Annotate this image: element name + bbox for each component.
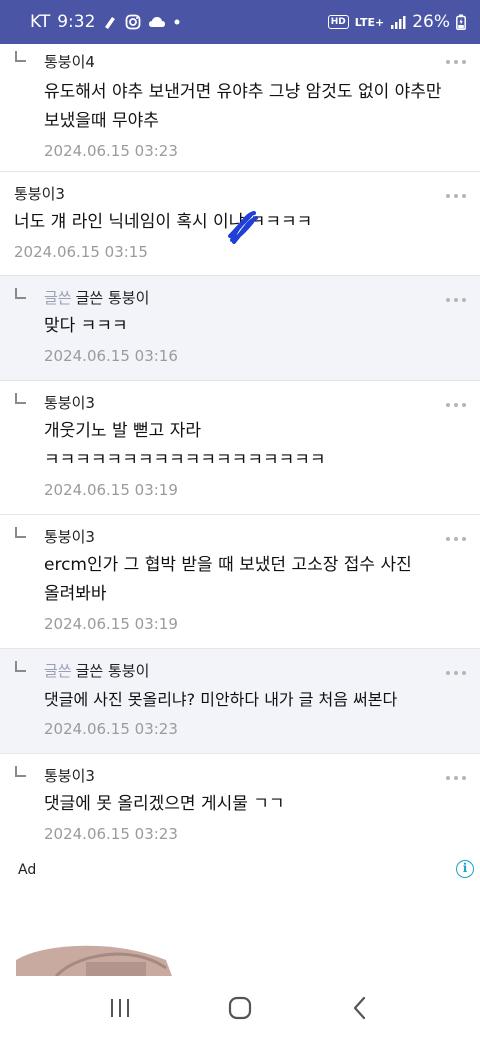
more-options-icon[interactable] bbox=[446, 776, 466, 780]
reply-indicator-icon bbox=[15, 288, 26, 299]
comment-author: 통붕이3 bbox=[44, 767, 95, 785]
comment-text: ercm인가 그 협박 받을 때 보냈던 고소장 접수 사진 올려봐바 bbox=[44, 555, 412, 604]
comment-date: 2024.06.15 03:23 bbox=[44, 825, 178, 843]
back-icon bbox=[353, 996, 366, 1020]
comment-text: 개웃기노 발 뻗고 자라 ㅋㅋㅋㅋㅋㅋㅋㅋㅋㅋㅋㅋㅋㅋㅋㅋㅋㅋ bbox=[44, 421, 326, 470]
comment-text: 맞다 ㅋㅋㅋ bbox=[44, 316, 128, 336]
signal-icon bbox=[390, 15, 406, 29]
more-options-icon[interactable] bbox=[446, 60, 466, 64]
comment-author: 통붕이3 bbox=[44, 394, 95, 412]
hd-badge: HD bbox=[327, 15, 349, 29]
network-type-label: LTE+ bbox=[354, 15, 385, 29]
reply-indicator-icon bbox=[15, 527, 26, 538]
comment-author: 글쓴 글쓴 통붕이 bbox=[44, 657, 428, 685]
cloud-icon bbox=[148, 15, 166, 29]
system-navigation-bar bbox=[0, 976, 480, 1040]
comment-date: 2024.06.15 03:23 bbox=[44, 142, 178, 160]
comment-text: 댓글에 못 올리겠으면 게시물 ㄱㄱ bbox=[44, 794, 285, 814]
ad-label: Ad bbox=[18, 862, 37, 878]
op-badge: 글쓴 bbox=[44, 289, 72, 307]
comment-item: 글쓴 글쓴 통붕이 댓글에 사진 못올리냐? 미안하다 내가 글 처음 써본다 2… bbox=[0, 649, 480, 754]
comment-author: 통붕이3 bbox=[14, 185, 65, 203]
comment-author: 글쓴 글쓴 통붕이 bbox=[44, 284, 428, 312]
reply-indicator-icon bbox=[15, 766, 26, 777]
comment-item: 통붕이3 댓글에 못 올리겠으면 게시물 ㄱㄱ 2024.06.15 03:23 bbox=[0, 754, 480, 860]
comment-text: 너도 걔 라인 닉네임이 혹시 ​​​​​이냐 ㅋㅋㅋㅋ bbox=[14, 212, 313, 232]
home-button[interactable] bbox=[210, 988, 270, 1028]
more-options-icon[interactable] bbox=[446, 537, 466, 541]
comment-date: 2024.06.15 03:19 bbox=[44, 481, 178, 499]
ad-info-icon[interactable]: i bbox=[456, 860, 474, 878]
comment-author: 통붕이3 bbox=[44, 528, 95, 546]
carrier-label: KT bbox=[30, 12, 51, 32]
more-options-icon[interactable] bbox=[446, 671, 466, 675]
instagram-icon bbox=[125, 14, 141, 30]
home-icon bbox=[228, 996, 252, 1020]
comment-date: 2024.06.15 03:15 bbox=[14, 243, 148, 261]
ad-product-image[interactable] bbox=[16, 942, 172, 976]
comment-author-name: 글쓴 통붕이 bbox=[75, 662, 150, 680]
back-button[interactable] bbox=[330, 988, 390, 1028]
battery-charging-icon bbox=[456, 14, 466, 30]
comment-item: 통붕이3 개웃기노 발 뻗고 자라 ㅋㅋㅋㅋㅋㅋㅋㅋㅋㅋㅋㅋㅋㅋㅋㅋㅋㅋ 202… bbox=[0, 381, 480, 515]
comment-text: 유도해서 야추 보낸거면 유야추 그냥 암것도 없이 야추만 보냈을때 무야추 bbox=[44, 82, 442, 131]
comment-date: 2024.06.15 03:23 bbox=[44, 720, 178, 738]
comment-date: 2024.06.15 03:19 bbox=[44, 615, 178, 633]
battery-percent: 26% bbox=[412, 12, 450, 32]
notification-dot-icon bbox=[173, 18, 181, 26]
comment-item: 글쓴 글쓴 통붕이 맞다 ㅋㅋㅋ 2024.06.15 03:16 bbox=[0, 276, 480, 381]
reply-indicator-icon bbox=[15, 393, 26, 404]
comment-item: 통붕이3 ercm인가 그 협박 받을 때 보냈던 고소장 접수 사진 올려봐바… bbox=[0, 515, 480, 649]
recent-apps-button[interactable] bbox=[90, 988, 150, 1028]
status-bar: KT 9:32 HD LTE+ 26% bbox=[0, 0, 480, 44]
comment-author: 통붕이4 bbox=[44, 53, 95, 71]
reply-indicator-icon bbox=[15, 51, 26, 62]
more-options-icon[interactable] bbox=[446, 403, 466, 407]
op-badge: 글쓴 bbox=[44, 662, 72, 680]
comment-item: 통붕이4 유도해서 야추 보낸거면 유야추 그냥 암것도 없이 야추만 보냈을때… bbox=[0, 44, 480, 172]
ad-banner[interactable]: Ad i bbox=[0, 856, 480, 976]
pencil-notification-icon bbox=[102, 14, 118, 30]
comment-text: 댓글에 사진 못올리냐? 미안하다 내가 글 처음 써본다 bbox=[44, 690, 398, 709]
comment-author-name: 글쓴 통붕이 bbox=[75, 289, 150, 307]
comment-list: 통붕이4 유도해서 야추 보낸거면 유야추 그냥 암것도 없이 야추만 보냈을때… bbox=[0, 44, 480, 860]
recent-apps-icon bbox=[111, 999, 129, 1017]
time-label: 9:32 bbox=[57, 12, 96, 32]
comment-date: 2024.06.15 03:16 bbox=[44, 347, 178, 365]
more-options-icon[interactable] bbox=[446, 298, 466, 302]
censor-scribble bbox=[226, 210, 260, 248]
reply-indicator-icon bbox=[15, 661, 26, 672]
more-options-icon[interactable] bbox=[446, 194, 466, 198]
